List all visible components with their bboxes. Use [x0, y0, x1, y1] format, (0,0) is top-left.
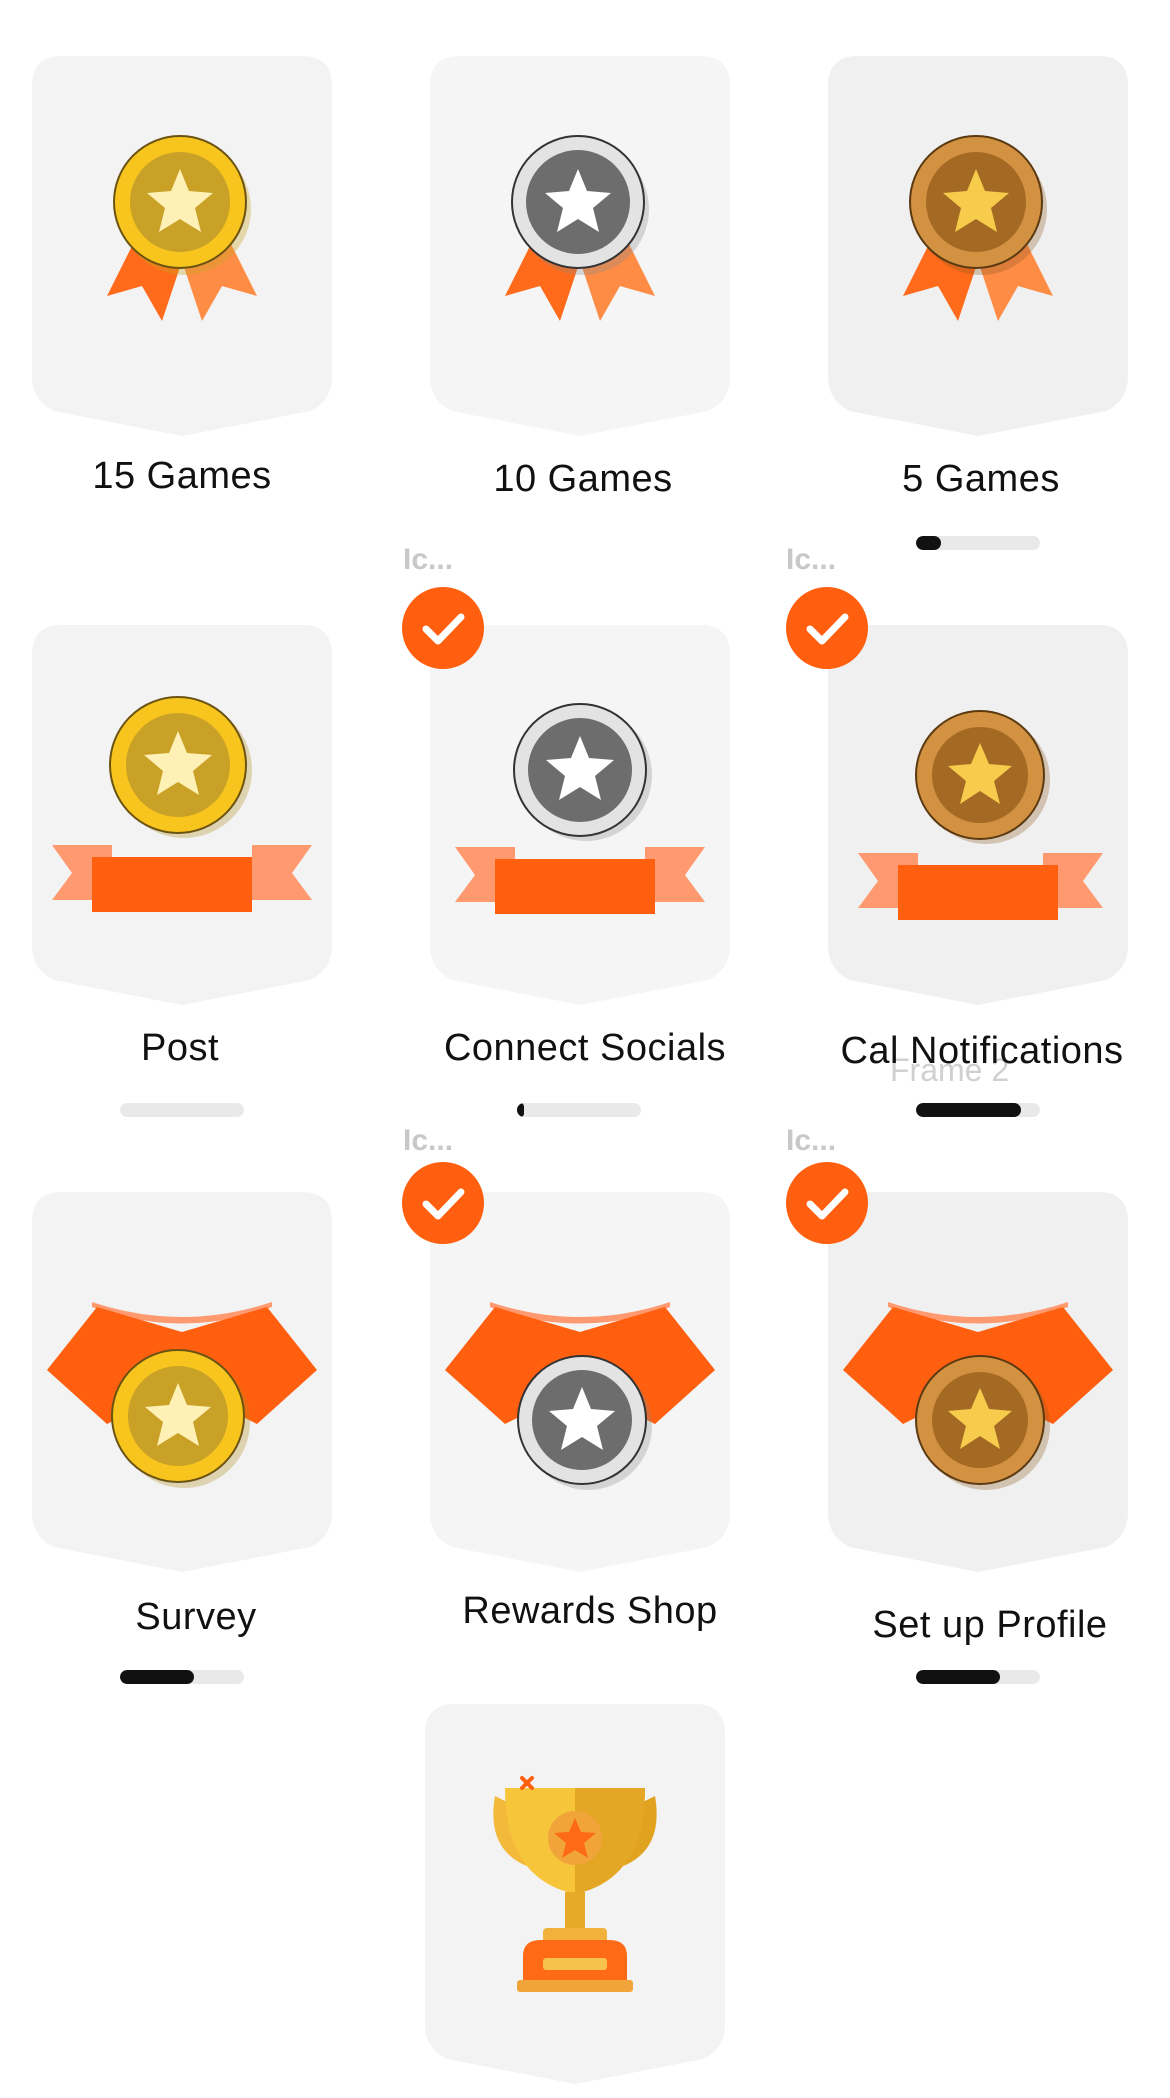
- badge-title: Survey: [135, 1596, 257, 1638]
- badge-10-games[interactable]: [430, 56, 730, 446]
- silver-rosette-medal-icon: [505, 135, 655, 321]
- gold-rosette-medal-icon: [107, 135, 257, 321]
- icon-label: Ic...: [786, 543, 837, 576]
- check-icon: [422, 1188, 465, 1220]
- gold-collar-medal-icon: [47, 1302, 317, 1488]
- badge-title: Connect Socials: [443, 1027, 727, 1069]
- check-icon: [806, 1188, 849, 1220]
- bronze-banner-medal-icon: [858, 710, 1103, 920]
- icon-label: Ic...: [403, 1124, 454, 1157]
- badge-post[interactable]: [32, 625, 332, 1015]
- progress-fill: [916, 536, 941, 550]
- completed-check-badge: [786, 587, 868, 669]
- silver-banner-medal-icon: [455, 703, 705, 914]
- progress-bar: [916, 1103, 1040, 1117]
- progress-bar: [916, 1670, 1040, 1684]
- progress-bar: [120, 1103, 244, 1117]
- completed-check-badge: [786, 1162, 868, 1244]
- badge-cal-notifications[interactable]: [828, 625, 1128, 1015]
- badge-rewards-shop[interactable]: [430, 1192, 730, 1582]
- progress-bar: [916, 536, 1040, 550]
- check-icon: [422, 613, 465, 645]
- badge-title: Cal Notifications: [840, 1030, 1124, 1072]
- trophy-icon: [493, 1776, 657, 1992]
- gold-banner-medal-icon: [52, 696, 312, 912]
- badge-15-games[interactable]: [32, 56, 332, 446]
- badge-title: Set up Profile: [872, 1604, 1108, 1646]
- badge-title: 15 Games: [92, 455, 272, 497]
- progress-fill: [916, 1103, 1022, 1117]
- badge-title: Rewards Shop: [462, 1590, 718, 1632]
- check-icon: [806, 613, 849, 645]
- badge-title: 10 Games: [493, 458, 673, 500]
- progress-bar: [517, 1103, 641, 1117]
- icon-label: Ic...: [403, 543, 454, 576]
- badge-connect-socials[interactable]: [430, 625, 730, 1015]
- badge-trophy[interactable]: [425, 1704, 725, 2094]
- progress-bar: [120, 1670, 244, 1684]
- silver-collar-medal-icon: [445, 1302, 715, 1490]
- bronze-collar-medal-icon: [843, 1302, 1113, 1490]
- badge-title: 5 Games: [902, 458, 1060, 500]
- progress-fill: [916, 1670, 1001, 1684]
- badge-5-games[interactable]: [828, 56, 1128, 446]
- progress-fill: [120, 1670, 195, 1684]
- badge-set-up-profile[interactable]: [828, 1192, 1128, 1582]
- badge-title: Post: [140, 1027, 220, 1069]
- icon-label: Ic...: [786, 1124, 837, 1157]
- badge-survey[interactable]: [32, 1192, 332, 1582]
- bronze-rosette-medal-icon: [903, 135, 1053, 321]
- completed-check-badge: [402, 587, 484, 669]
- progress-fill: [517, 1103, 525, 1117]
- completed-check-badge: [402, 1162, 484, 1244]
